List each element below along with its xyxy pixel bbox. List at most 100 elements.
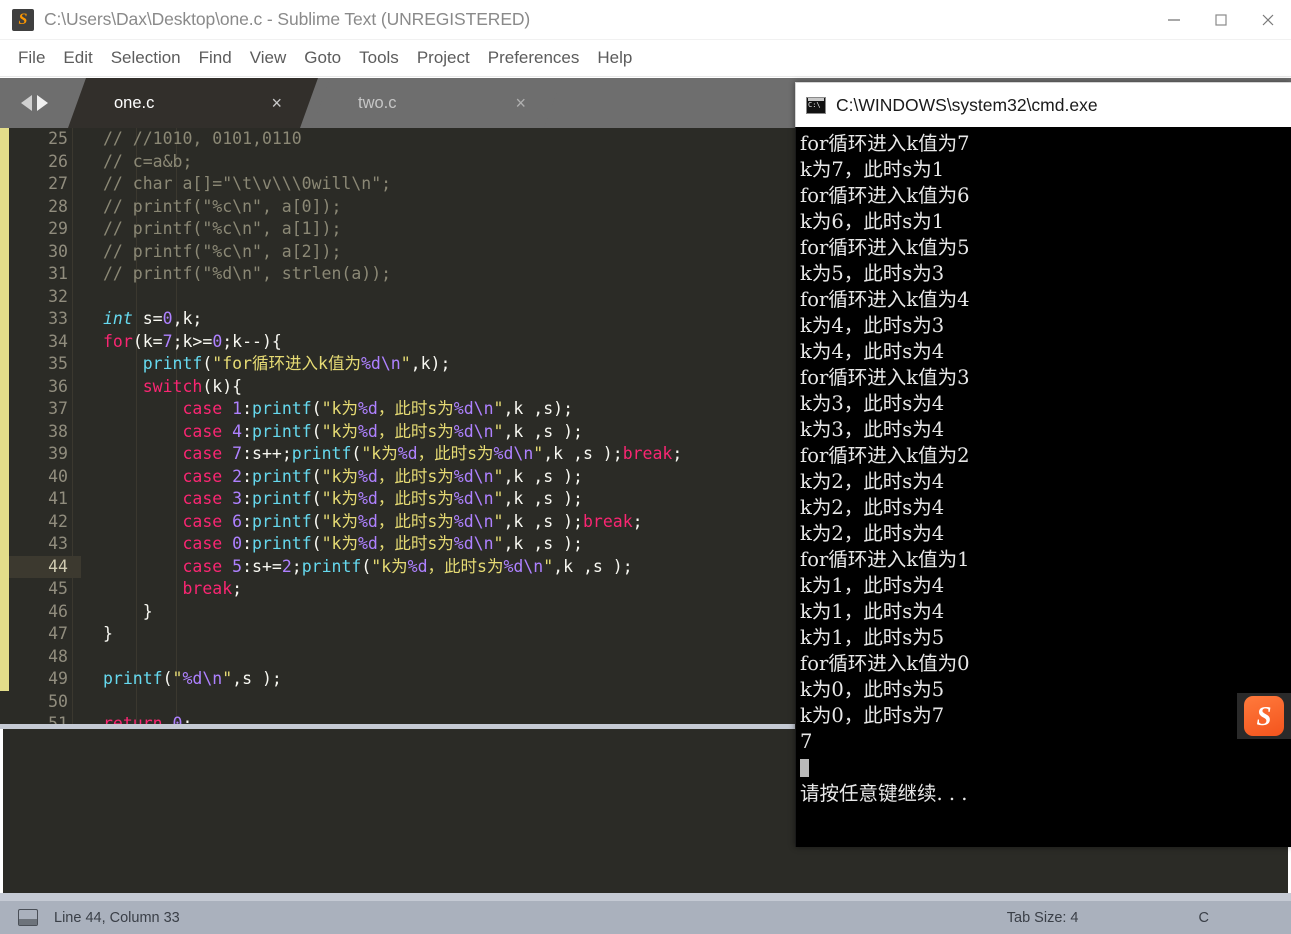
close-icon[interactable]: × <box>515 94 526 112</box>
line-text: // c=a&b; <box>103 151 193 171</box>
cmd-window[interactable]: C:\ C:\WINDOWS\system32\cmd.exe for循环进入k… <box>795 82 1291 847</box>
line-number: 45 <box>48 579 68 598</box>
window-titlebar: S C:\Users\Dax\Desktop\one.c - Sublime T… <box>0 0 1291 40</box>
statusbar-right: Tab Size: 4 C <box>1007 910 1291 926</box>
line-number: 36 <box>48 376 68 396</box>
close-icon[interactable]: × <box>271 94 282 112</box>
line-number: 34 <box>48 331 68 351</box>
statusbar: Line 44, Column 33 Tab Size: 4 C <box>0 901 1291 934</box>
line-text: // char a[]="\t\v\\\0will\n"; <box>103 174 392 193</box>
menu-item-file[interactable]: File <box>9 45 54 71</box>
line-text: // printf("%c\n", a[2]); <box>103 241 342 261</box>
close-icon[interactable] <box>1244 0 1291 40</box>
line-text: case 7:s++;printf("k为%d，此时s为%d\n",k ,s )… <box>182 444 683 463</box>
line-text: return 0; <box>103 714 193 724</box>
tab-label: one.c <box>114 93 155 112</box>
line-text: // //1010, 0101,0110 <box>103 129 302 148</box>
line-text: printf("%d\n",s ); <box>103 669 282 688</box>
chevron-left-icon[interactable] <box>20 95 32 111</box>
line-number: 49 <box>48 669 68 688</box>
line-number: 39 <box>48 444 68 463</box>
line-number: 25 <box>48 129 68 148</box>
line-number: 28 <box>48 196 68 216</box>
sogou-ime-icon[interactable]: S <box>1237 693 1291 739</box>
line-number: 41 <box>48 489 68 508</box>
cmd-title-text: C:\WINDOWS\system32\cmd.exe <box>836 94 1098 115</box>
line-text: // printf("%c\n", a[0]); <box>103 196 342 216</box>
line-text: } <box>103 601 153 621</box>
line-text: for(k=7;k>=0;k--){ <box>103 331 282 351</box>
line-text: case 5:s+=2;printf("k为%d，此时s为%d\n",k ,s … <box>182 556 633 576</box>
line-number: 50 <box>48 691 68 711</box>
cmd-output-text: for循环进入k值为7 k为7，此时s为1 for循环进入k值为6 k为6，此时… <box>800 132 970 753</box>
line-text: case 0:printf("k为%d，此时s为%d\n",k ,s ); <box>182 534 583 553</box>
modified-gutter-strip <box>0 128 9 691</box>
menu-item-tools[interactable]: Tools <box>350 45 408 71</box>
line-text: case 3:printf("k为%d，此时s为%d\n",k ,s ); <box>182 489 583 508</box>
line-text: switch(k){ <box>142 376 243 396</box>
line-text <box>81 691 103 714</box>
line-text <box>81 286 103 309</box>
line-text: case 6:printf("k为%d，此时s为%d\n",k ,s );bre… <box>182 511 643 531</box>
application-root: S C:\Users\Dax\Desktop\one.c - Sublime T… <box>0 0 1291 934</box>
tab-two-c[interactable]: two.c × <box>312 78 562 128</box>
line-number: 42 <box>48 511 68 531</box>
line-text: break; <box>182 579 243 598</box>
line-number: 40 <box>48 466 68 486</box>
menu-item-goto[interactable]: Goto <box>295 45 350 71</box>
cmd-titlebar: C:\ C:\WINDOWS\system32\cmd.exe <box>795 82 1291 127</box>
line-number: 51 <box>48 714 68 724</box>
tab-label: two.c <box>358 93 397 112</box>
ime-badge: S <box>1244 696 1284 736</box>
tab-size-indicator[interactable]: Tab Size: 4 <box>1007 910 1079 926</box>
line-number: 29 <box>48 219 68 238</box>
syntax-indicator[interactable]: C <box>1199 910 1209 926</box>
menubar: File Edit Selection Find View Goto Tools… <box>0 40 1291 77</box>
line-number: 35 <box>48 354 68 373</box>
line-text: case 1:printf("k为%d，此时s为%d\n",k ,s); <box>182 399 574 418</box>
cmd-caret <box>800 759 809 777</box>
menu-item-preferences[interactable]: Preferences <box>479 45 589 71</box>
cursor-position: Line 44, Column 33 <box>54 909 180 926</box>
maximize-icon[interactable] <box>1197 0 1244 40</box>
menu-item-help[interactable]: Help <box>588 45 641 71</box>
line-number: 32 <box>48 286 68 306</box>
line-number: 31 <box>48 264 68 283</box>
line-number: 37 <box>48 399 68 418</box>
sublime-logo-icon: S <box>12 8 34 31</box>
line-text: } <box>103 624 113 643</box>
line-text: int s=0,k; <box>103 309 203 328</box>
line-number: 48 <box>48 646 68 666</box>
line-text: case 2:printf("k为%d，此时s为%d\n",k ,s ); <box>182 466 583 486</box>
editor-panel-icon[interactable] <box>18 909 38 926</box>
cmd-console-output[interactable]: for循环进入k值为7 k为7，此时s为1 for循环进入k值为6 k为6，此时… <box>795 127 1291 847</box>
line-number: 33 <box>48 309 68 328</box>
panel-bottom-border <box>0 893 1291 901</box>
window-title: C:\Users\Dax\Desktop\one.c - Sublime Tex… <box>44 9 531 29</box>
tab-navigation <box>0 78 68 128</box>
cmd-prompt-text: 请按任意键继续. . . <box>800 782 968 805</box>
menu-item-find[interactable]: Find <box>190 45 241 71</box>
line-text: // printf("%c\n", a[1]); <box>103 219 342 238</box>
menu-item-edit[interactable]: Edit <box>54 45 101 71</box>
window-controls <box>1150 0 1291 40</box>
minimize-icon[interactable] <box>1150 0 1197 40</box>
line-text: // printf("%d\n", strlen(a)); <box>103 264 392 283</box>
line-number: 46 <box>48 601 68 621</box>
menu-item-project[interactable]: Project <box>408 45 479 71</box>
tab-one-c[interactable]: one.c × <box>68 78 318 128</box>
line-text: case 4:printf("k为%d，此时s为%d\n",k ,s ); <box>182 421 583 441</box>
line-number: 44 <box>48 556 68 576</box>
chevron-right-icon[interactable] <box>36 95 48 111</box>
ime-label: S <box>1256 700 1272 731</box>
line-number: 26 <box>48 151 68 171</box>
line-number: 47 <box>48 624 68 643</box>
line-text: printf("for循环进入k值为%d\n",k); <box>142 354 451 373</box>
line-number: 38 <box>48 421 68 441</box>
cmd-console-icon: C:\ <box>806 96 826 114</box>
line-text <box>81 646 103 669</box>
menu-item-selection[interactable]: Selection <box>102 45 190 71</box>
line-number: 30 <box>48 241 68 261</box>
menu-item-view[interactable]: View <box>241 45 296 71</box>
line-number: 27 <box>48 174 68 193</box>
